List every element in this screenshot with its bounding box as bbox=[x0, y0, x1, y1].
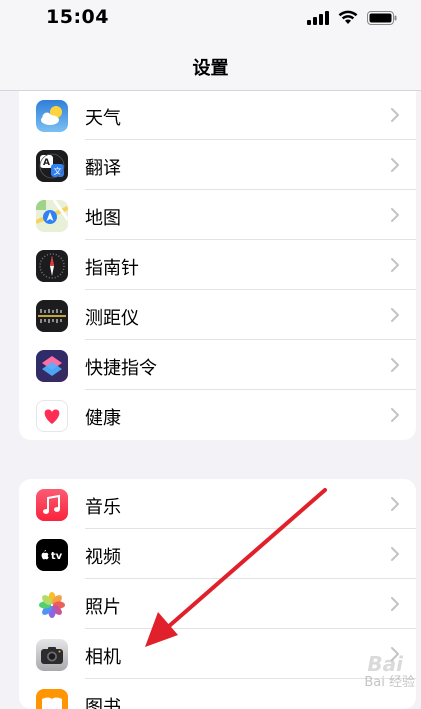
music-icon bbox=[36, 489, 68, 521]
status-time: 15:04 bbox=[46, 6, 109, 28]
measure-icon bbox=[36, 300, 68, 332]
settings-row-weather[interactable]: 天气 bbox=[19, 90, 416, 140]
settings-row-label: 相机 bbox=[85, 647, 121, 668]
weather-icon bbox=[36, 100, 68, 132]
battery-icon bbox=[367, 10, 397, 25]
settings-row-label: 健康 bbox=[85, 408, 121, 429]
settings-row-label: 快捷指令 bbox=[85, 358, 157, 379]
settings-row-music[interactable]: 音乐 bbox=[19, 479, 416, 529]
translate-icon: A 文 bbox=[36, 150, 68, 182]
navigation-bar: 设置 bbox=[0, 38, 421, 91]
settings-row-label: 地图 bbox=[85, 208, 121, 229]
chevron-right-icon bbox=[391, 547, 399, 561]
settings-row-label: 指南针 bbox=[85, 258, 139, 279]
settings-row-books[interactable]: 图书 bbox=[19, 679, 416, 709]
chevron-right-icon bbox=[391, 108, 399, 122]
settings-row-label: 图书 bbox=[85, 697, 121, 709]
settings-row-measure[interactable]: 测距仪 bbox=[19, 290, 416, 340]
settings-group-apps-2: 音乐 tv 视频 照片 相机 图书 bbox=[19, 479, 416, 709]
books-icon bbox=[36, 689, 68, 709]
settings-row-photos[interactable]: 照片 bbox=[19, 579, 416, 629]
chevron-right-icon bbox=[391, 258, 399, 272]
chevron-right-icon bbox=[391, 308, 399, 322]
chevron-right-icon bbox=[391, 208, 399, 222]
page-title: 设置 bbox=[192, 58, 229, 79]
camera-icon bbox=[36, 639, 68, 671]
watermark: Bai 经验 bbox=[364, 675, 415, 690]
settings-row-label: 音乐 bbox=[85, 497, 121, 518]
settings-row-health[interactable]: 健康 bbox=[19, 390, 416, 440]
chevron-right-icon bbox=[391, 158, 399, 172]
settings-row-label: 测距仪 bbox=[85, 308, 139, 329]
settings-row-camera[interactable]: 相机 bbox=[19, 629, 416, 679]
svg-text:A: A bbox=[43, 158, 50, 168]
wifi-icon bbox=[338, 10, 358, 24]
chevron-right-icon bbox=[391, 408, 399, 422]
status-icons bbox=[307, 10, 397, 25]
settings-row-shortcuts[interactable]: 快捷指令 bbox=[19, 340, 416, 390]
health-icon bbox=[36, 400, 68, 432]
settings-row-compass[interactable]: 指南针 bbox=[19, 240, 416, 290]
settings-row-label: 天气 bbox=[85, 108, 121, 129]
settings-row-translate[interactable]: A 文 翻译 bbox=[19, 140, 416, 190]
chevron-right-icon bbox=[391, 597, 399, 611]
photos-icon bbox=[36, 589, 68, 621]
settings-group-apps-1: 天气 A 文 翻译 地图 指南针 测距仪 快捷指令 健康 bbox=[19, 80, 416, 440]
compass-icon bbox=[36, 250, 68, 282]
settings-row-label: 翻译 bbox=[85, 158, 121, 179]
chevron-right-icon bbox=[391, 497, 399, 511]
cellular-signal-icon bbox=[307, 10, 329, 25]
svg-text:tv: tv bbox=[51, 551, 63, 562]
tv-icon: tv bbox=[36, 539, 68, 571]
shortcuts-icon bbox=[36, 350, 68, 382]
settings-row-label: 照片 bbox=[85, 597, 121, 618]
chevron-right-icon bbox=[391, 358, 399, 372]
status-bar: 15:04 bbox=[0, 0, 421, 38]
settings-row-maps[interactable]: 地图 bbox=[19, 190, 416, 240]
settings-row-label: 视频 bbox=[85, 547, 121, 568]
maps-icon bbox=[36, 200, 68, 232]
settings-row-tv[interactable]: tv 视频 bbox=[19, 529, 416, 579]
